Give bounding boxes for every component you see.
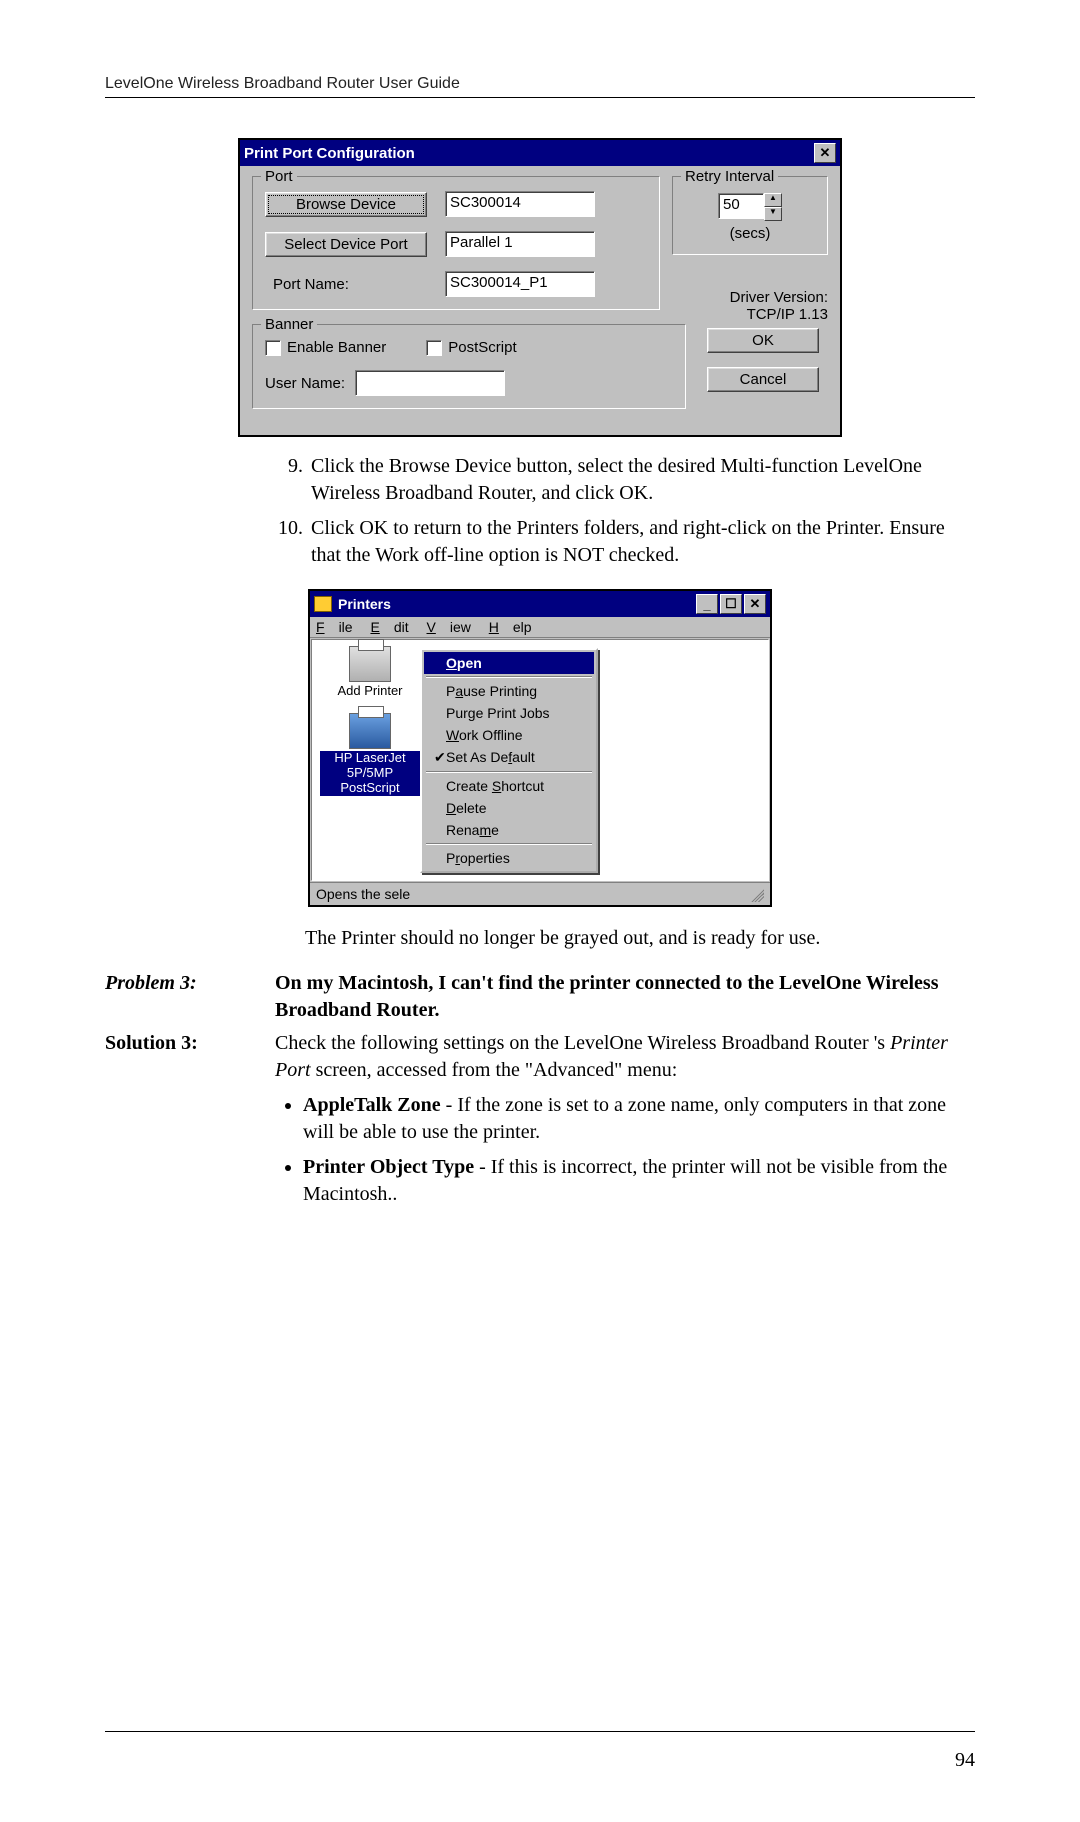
retry-unit: (secs) bbox=[685, 225, 815, 242]
cm-work-offline[interactable]: Work Offline bbox=[424, 724, 594, 746]
menu-view[interactable]: View bbox=[427, 619, 471, 635]
problem-text: On my Macintosh, I can't find the printe… bbox=[275, 970, 975, 1024]
spin-down-icon[interactable]: ▼ bbox=[764, 207, 782, 221]
enable-banner-checkbox[interactable]: Enable Banner bbox=[265, 339, 386, 356]
port-name-field[interactable]: SC300014_P1 bbox=[445, 271, 595, 297]
menu-file[interactable]: File bbox=[316, 619, 353, 635]
browse-device-button[interactable]: Browse Device bbox=[265, 192, 427, 217]
cm-set-default[interactable]: ✔Set As Default bbox=[424, 746, 594, 769]
user-name-field[interactable] bbox=[355, 370, 505, 396]
solution-label: Solution 3: bbox=[105, 1030, 275, 1216]
printers-titlebar[interactable]: Printers _ ☐ ✕ bbox=[310, 591, 770, 617]
close-icon[interactable]: ✕ bbox=[814, 143, 836, 163]
add-printer-icon[interactable] bbox=[349, 646, 391, 682]
printer-icon[interactable] bbox=[349, 713, 391, 749]
solution-content: Check the following settings on the Leve… bbox=[275, 1030, 975, 1216]
problem-row: Problem 3: On my Macintosh, I can't find… bbox=[105, 970, 975, 1024]
menu-edit[interactable]: Edit bbox=[370, 619, 408, 635]
cm-create-shortcut[interactable]: Create Shortcut bbox=[424, 775, 594, 797]
after-paragraph: The Printer should no longer be grayed o… bbox=[305, 925, 975, 952]
select-device-port-field[interactable]: Parallel 1 bbox=[445, 231, 595, 257]
instruction-list: 9. Click the Browse Device button, selec… bbox=[265, 453, 975, 569]
cancel-button[interactable]: Cancel bbox=[707, 367, 819, 392]
printers-window: Printers _ ☐ ✕ File Edit View Help Add P… bbox=[308, 589, 772, 907]
browse-device-field[interactable]: SC300014 bbox=[445, 191, 595, 217]
footer-rule bbox=[105, 1731, 975, 1732]
retry-interval-groupbox: Retry Interval 50 ▲ ▼ (secs) bbox=[672, 176, 828, 255]
selected-printer-label: HP LaserJet 5P/5MP PostScript bbox=[320, 751, 420, 796]
retry-spinner[interactable]: 50 ▲ ▼ bbox=[718, 193, 782, 221]
dialog-title: Print Port Configuration bbox=[244, 145, 415, 162]
cm-delete[interactable]: Delete bbox=[424, 797, 594, 819]
printers-title: Printers bbox=[338, 596, 391, 612]
page-number: 94 bbox=[955, 1749, 975, 1772]
statusbar: Opens the sele bbox=[310, 882, 770, 905]
menu-help[interactable]: Help bbox=[489, 619, 532, 635]
add-printer-label: Add Printer bbox=[320, 684, 420, 699]
driver-version: Driver Version: TCP/IP 1.13 bbox=[672, 289, 828, 323]
spin-up-icon[interactable]: ▲ bbox=[764, 193, 782, 207]
header-rule bbox=[105, 97, 975, 98]
printers-client-area[interactable]: Add Printer HP LaserJet 5P/5MP PostScrip… bbox=[311, 639, 769, 881]
banner-legend: Banner bbox=[261, 316, 317, 333]
checkbox-icon bbox=[426, 340, 442, 356]
solution-row: Solution 3: Check the following settings… bbox=[105, 1030, 975, 1216]
retry-value[interactable]: 50 bbox=[718, 193, 764, 219]
menubar[interactable]: File Edit View Help bbox=[310, 617, 770, 638]
ok-button[interactable]: OK bbox=[707, 328, 819, 353]
solution-bullets: AppleTalk Zone - If the zone is set to a… bbox=[275, 1092, 975, 1208]
cm-purge[interactable]: Purge Print Jobs bbox=[424, 702, 594, 724]
port-groupbox: Port Browse Device SC300014 Select Devic… bbox=[252, 176, 660, 310]
instruction-item: 9. Click the Browse Device button, selec… bbox=[265, 453, 975, 507]
resize-grip-icon[interactable] bbox=[748, 886, 764, 902]
minimize-icon[interactable]: _ bbox=[696, 594, 718, 614]
problem-label: Problem 3: bbox=[105, 970, 275, 1024]
dialog-titlebar[interactable]: Print Port Configuration ✕ bbox=[240, 140, 840, 166]
bullet-item: AppleTalk Zone - If the zone is set to a… bbox=[303, 1092, 975, 1146]
cm-properties[interactable]: Properties bbox=[424, 847, 594, 869]
checkbox-icon bbox=[265, 340, 281, 356]
bullet-item: Printer Object Type - If this is incorre… bbox=[303, 1154, 975, 1208]
context-menu[interactable]: Open Pause Printing Purge Print Jobs Wor… bbox=[420, 648, 598, 873]
user-name-label: User Name: bbox=[265, 375, 345, 392]
printers-folder-icon bbox=[314, 596, 332, 612]
print-port-config-dialog: Print Port Configuration ✕ Port Browse D… bbox=[238, 138, 842, 437]
maximize-icon[interactable]: ☐ bbox=[720, 594, 742, 614]
cm-open[interactable]: Open bbox=[424, 652, 594, 674]
status-text: Opens the sele bbox=[316, 886, 410, 902]
postscript-checkbox[interactable]: PostScript bbox=[426, 339, 516, 356]
page-header: LevelOne Wireless Broadband Router User … bbox=[105, 75, 975, 93]
banner-groupbox: Banner Enable Banner PostScript bbox=[252, 324, 686, 409]
port-name-label: Port Name: bbox=[265, 276, 435, 293]
port-legend: Port bbox=[261, 168, 297, 185]
close-icon[interactable]: ✕ bbox=[744, 594, 766, 614]
cm-rename[interactable]: Rename bbox=[424, 819, 594, 841]
select-device-port-button[interactable]: Select Device Port bbox=[265, 232, 427, 257]
retry-legend: Retry Interval bbox=[681, 168, 778, 185]
cm-pause[interactable]: Pause Printing bbox=[424, 680, 594, 702]
instruction-item: 10. Click OK to return to the Printers f… bbox=[265, 515, 975, 569]
